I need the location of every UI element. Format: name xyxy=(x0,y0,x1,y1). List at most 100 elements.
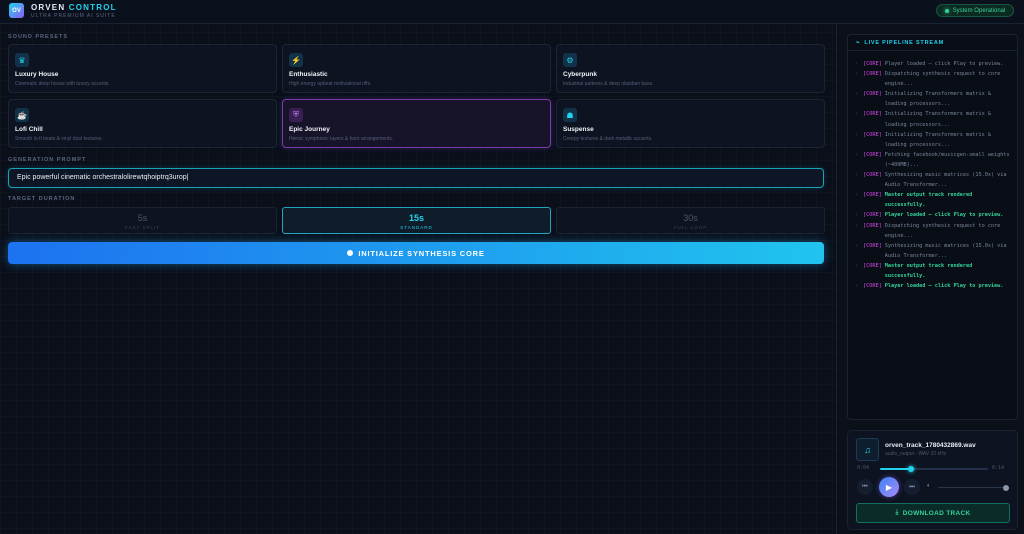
chevron-right-icon: › xyxy=(855,222,859,229)
initialize-synthesis-label: INITIALIZE SYNTHESIS CORE xyxy=(358,248,485,258)
preset-description: High energy upbeat motivational riffs. xyxy=(289,81,372,87)
duration-section-label: TARGET DURATION xyxy=(8,196,76,202)
play-button[interactable]: ▶ xyxy=(879,477,899,497)
preset-description: Heroic symphonic layers & horn arrangeme… xyxy=(289,136,394,142)
log-message: Initializing Transformers matrix & loadi… xyxy=(884,111,991,128)
chevron-right-icon: › xyxy=(855,131,859,138)
audio-player: ♫ orven_track_1780432869.wav audio_outpu… xyxy=(847,430,1018,530)
log-tag: [CORE] xyxy=(863,262,882,269)
initialize-synthesis-button[interactable]: INITIALIZE SYNTHESIS CORE xyxy=(8,242,824,264)
duration-value: 30s xyxy=(683,213,698,223)
log-line: › [CORE] Synthesizing music matrices (15.0… xyxy=(855,170,1015,190)
status-dot-icon xyxy=(944,8,949,13)
chevron-right-icon: › xyxy=(855,61,859,67)
chevron-right-icon: › xyxy=(855,91,859,98)
log-line: › [CORE] Synthesizing music matrices (15.0… xyxy=(855,241,1015,261)
duration-sublabel: FULL LOOP xyxy=(673,225,708,230)
preset-title: Suspense xyxy=(563,126,594,133)
preset-description: Industrial patterns & deep obsidian bass… xyxy=(563,81,654,87)
chevron-right-icon: › xyxy=(855,151,859,158)
duration-sublabel: FAST SPLIT xyxy=(125,225,160,230)
log-tag: [CORE] xyxy=(863,91,882,98)
log-tag: [CORE] xyxy=(863,111,882,118)
duration-sublabel: STANDARD xyxy=(400,225,433,230)
preset-description: Creepy textures & dark metallic accents. xyxy=(563,136,653,142)
preset-card-luxury-house[interactable]: ♛ Luxury House Cinematic deep house with l… xyxy=(8,44,277,93)
prompt-input[interactable]: Epic powerful cinematic orchestralolirew… xyxy=(8,168,824,188)
preset-title: Luxury House xyxy=(15,71,59,78)
power-icon xyxy=(347,250,354,256)
crown-icon: ♛ xyxy=(15,53,29,67)
coffee-icon: ☕ xyxy=(15,108,29,122)
log-line: › [CORE] Dispatching synthesis request to … xyxy=(855,69,1015,89)
app-title-accent: CONTROL xyxy=(68,3,117,12)
preset-card-enthusiastic[interactable]: ⚡ Enthusiastic High energy upbeat motivati… xyxy=(282,44,551,93)
log-tag: [CORE] xyxy=(863,61,882,67)
log-tag: [CORE] xyxy=(863,212,882,219)
presets-section-label: SOUND PRESETS xyxy=(8,34,69,40)
app-header: OV ORVEN CONTROL ULTRA PREMIUM AI SUITE … xyxy=(0,0,1024,24)
previous-track-button[interactable]: ⏮ xyxy=(857,479,873,495)
volume-slider[interactable] xyxy=(938,484,1009,491)
duration-option-30s[interactable]: 30s FULL LOOP xyxy=(556,207,825,234)
log-line: › [CORE] Player loaded — click Play to pre… xyxy=(855,281,1015,291)
chevron-right-icon: › xyxy=(855,262,859,269)
next-track-button[interactable]: ⏭ xyxy=(904,479,920,495)
download-track-button[interactable]: ⤓ DOWNLOAD TRACK xyxy=(856,503,1010,523)
total-time: 0:14 xyxy=(992,465,1005,471)
log-line: › [CORE] Player loaded — click Play to pre… xyxy=(855,59,1015,69)
track-meta: audio_output · WAV 32 kHz xyxy=(885,451,947,457)
track-artwork-icon: ♫ xyxy=(856,438,879,461)
preset-description: Cinematic deep house with luxury accents… xyxy=(15,81,110,87)
log-message: Synthesizing music matrices (15.0s) via … xyxy=(884,242,1007,259)
volume-icon[interactable]: 🔈︎ xyxy=(927,483,931,490)
app-title: ORVEN CONTROL xyxy=(31,3,117,12)
duration-option-5s[interactable]: 5s FAST SPLIT xyxy=(8,207,277,234)
preset-card-suspense[interactable]: ☗ Suspense Creepy textures & dark metallic… xyxy=(556,99,825,148)
log-tag: [CORE] xyxy=(863,151,882,158)
duration-option-15s[interactable]: 15s STANDARD xyxy=(282,207,551,234)
log-line: › [CORE] Initializing Transformers matrix … xyxy=(855,130,1015,150)
log-message: Master output track rendered successfull… xyxy=(884,192,973,209)
app-logo: OV xyxy=(9,3,24,18)
preset-title: Cyberpunk xyxy=(563,71,597,78)
skip-forward-icon: ⏭ xyxy=(909,483,915,490)
preset-title: Epic Journey xyxy=(289,126,330,133)
pipeline-log-panel[interactable]: ⌁ LIVE PIPELINE STREAM › [CORE] Player loa… xyxy=(847,34,1018,420)
log-message: Initializing Transformers matrix & loadi… xyxy=(884,131,991,148)
current-time: 0:04 xyxy=(857,465,870,471)
user-gear-icon: ⚙ xyxy=(563,53,577,67)
pipeline-title: ⌁ LIVE PIPELINE STREAM xyxy=(848,35,1017,51)
chevron-right-icon: › xyxy=(855,172,859,179)
pipeline-log-lines: › [CORE] Player loaded — click Play to pre… xyxy=(855,59,1015,291)
prompt-section-label: GENERATION PROMPT xyxy=(8,157,87,163)
preset-card-lofi-chill[interactable]: ☕ Lofi Chill Smooth lo-fi beats & vinyl du… xyxy=(8,99,277,148)
log-message: Synthesizing music matrices (15.0s) via … xyxy=(884,172,1007,189)
seek-progress xyxy=(880,468,912,470)
chevron-right-icon: › xyxy=(855,111,859,118)
log-message: Dispatching synthesis request to core en… xyxy=(884,222,1001,239)
preset-card-epic-journey[interactable]: ⛨ Epic Journey Heroic symphonic layers & h… xyxy=(282,99,551,148)
log-tag: [CORE] xyxy=(863,71,882,78)
log-line: › [CORE] Player loaded — click Play to pre… xyxy=(855,210,1015,220)
chevron-right-icon: › xyxy=(855,212,859,219)
shield-icon: ⛨ xyxy=(289,108,303,122)
chevron-right-icon: › xyxy=(855,283,859,290)
log-line: › [CORE] Initializing Transformers matrix … xyxy=(855,89,1015,109)
ghost-icon: ☗ xyxy=(563,108,577,122)
pipeline-title-text: LIVE PIPELINE STREAM xyxy=(864,39,944,46)
duration-value: 5s xyxy=(137,213,148,223)
preset-card-cyberpunk[interactable]: ⚙ Cyberpunk Industrial patterns & deep obs… xyxy=(556,44,825,93)
chevron-right-icon: › xyxy=(855,242,859,249)
log-tag: [CORE] xyxy=(863,172,882,179)
preset-title: Enthusiastic xyxy=(289,71,328,78)
volume-handle[interactable] xyxy=(1003,484,1009,491)
seek-handle[interactable] xyxy=(908,466,915,472)
log-line: › [CORE] Fetching facebook/musicgen-small … xyxy=(855,150,1015,170)
status-text: System Operational xyxy=(952,7,1006,14)
log-message: Player loaded — click Play to preview. xyxy=(884,212,1004,219)
log-message: Initializing Transformers matrix & loadi… xyxy=(884,91,991,108)
log-line: › [CORE] Initializing Transformers matrix … xyxy=(855,109,1015,129)
chevron-right-icon: › xyxy=(855,71,859,78)
seek-bar[interactable] xyxy=(880,466,988,472)
